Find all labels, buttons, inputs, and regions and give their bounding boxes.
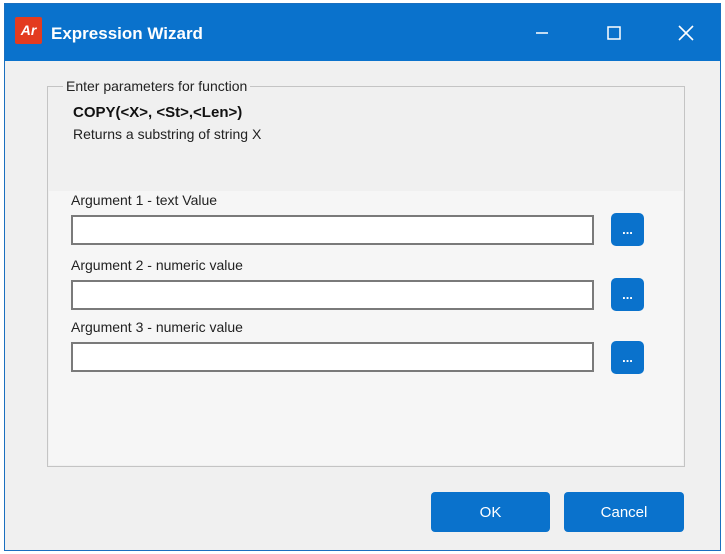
function-signature: COPY(<X>, <St>,<Len>) bbox=[73, 104, 243, 121]
argument-1-browse-button[interactable]: ... bbox=[611, 213, 644, 246]
cancel-button[interactable]: Cancel bbox=[564, 492, 684, 532]
minimize-button[interactable] bbox=[514, 12, 570, 54]
close-button[interactable] bbox=[658, 12, 714, 54]
argument-3-label: Argument 3 - numeric value bbox=[71, 319, 243, 335]
maximize-button[interactable] bbox=[586, 12, 642, 54]
ok-button[interactable]: OK bbox=[431, 492, 550, 532]
argument-3-browse-button[interactable]: ... bbox=[611, 341, 644, 374]
title-bar[interactable]: Ar Expression Wizard bbox=[5, 4, 720, 61]
arguments-panel: Argument 1 - text Value ... Argument 2 -… bbox=[49, 191, 683, 465]
maximize-icon bbox=[607, 26, 621, 40]
window-title: Expression Wizard bbox=[51, 24, 203, 43]
expression-wizard-window: Ar Expression Wizard Enter parameters fo… bbox=[4, 3, 721, 551]
minimize-icon bbox=[536, 32, 548, 34]
argument-3-input[interactable] bbox=[71, 342, 594, 372]
argument-1-input[interactable] bbox=[71, 215, 594, 245]
argument-2-label: Argument 2 - numeric value bbox=[71, 257, 243, 273]
group-legend: Enter parameters for function bbox=[63, 78, 251, 94]
argument-2-input[interactable] bbox=[71, 280, 594, 310]
function-description: Returns a substring of string X bbox=[73, 126, 262, 142]
argument-1-label: Argument 1 - text Value bbox=[71, 192, 218, 208]
close-icon bbox=[678, 25, 694, 41]
argument-2-browse-button[interactable]: ... bbox=[611, 278, 644, 311]
app-logo-icon: Ar bbox=[15, 17, 42, 44]
parameters-group: Enter parameters for function COPY(<X>, … bbox=[47, 78, 685, 467]
